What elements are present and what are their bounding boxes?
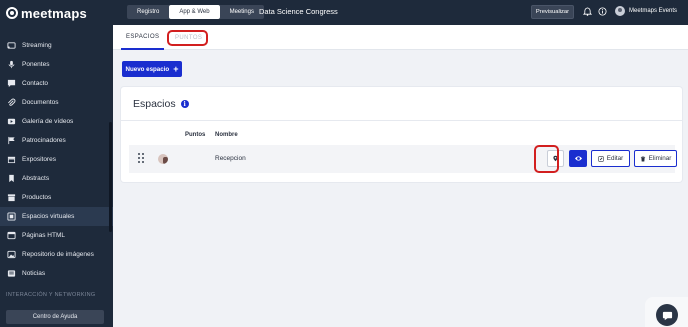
sidebar-item-expositores[interactable]: Expositores: [0, 150, 113, 169]
sidebar-section-heading: INTERACCIÓN Y NETWORKING: [6, 292, 96, 298]
table-row: Recepcion Editar Eliminar: [129, 145, 677, 173]
chat-widget: [645, 297, 688, 327]
view-button[interactable]: [569, 150, 587, 167]
store-icon: [6, 155, 16, 165]
sidebar-item-noticias[interactable]: Noticias: [0, 264, 113, 283]
event-title: Data Science Congress: [259, 7, 338, 16]
box-icon: [6, 193, 16, 203]
user-menu[interactable]: Meetmaps Events: [615, 6, 677, 16]
highlight-puntos-tab: [167, 30, 208, 46]
sidebar-item-label: Patrocinadores: [22, 137, 66, 144]
sidebar-item-label: Noticias: [22, 270, 46, 277]
sidebar-item-label: Repositorio de imágenes: [22, 251, 94, 258]
bell-icon[interactable]: [582, 7, 593, 16]
sidebar-item-productos[interactable]: Productos: [0, 188, 113, 207]
sidebar-item-espacios-virtuales[interactable]: Espacios virtuales: [0, 207, 113, 226]
help-center-button[interactable]: Centro de Ayuda: [6, 310, 104, 324]
space-thumbnail: [158, 154, 168, 164]
microphone-icon: [6, 60, 16, 70]
plus-icon: +: [173, 63, 179, 74]
sidebar-item-repositorio-imagenes[interactable]: Repositorio de imágenes: [0, 245, 113, 264]
bookmark-icon: [6, 174, 16, 184]
sidebar-item-label: Ponentes: [22, 61, 50, 68]
sidebar-item-label: Abstracts: [22, 175, 50, 182]
sidebar-item-streaming[interactable]: Streaming: [0, 36, 113, 55]
virtual-space-icon: [6, 212, 16, 222]
column-header-puntos: Puntos: [185, 132, 206, 138]
chat-icon: [662, 311, 672, 320]
avatar: [615, 6, 625, 16]
tab-meetings[interactable]: Meetings: [219, 5, 264, 19]
column-header-nombre: Nombre: [215, 132, 238, 138]
info-icon[interactable]: i: [180, 100, 189, 108]
spaces-card: Espacios i Puntos Nombre Recepcion Edita…: [121, 87, 682, 182]
image-icon: [6, 250, 16, 260]
info-icon[interactable]: [598, 7, 607, 16]
sidebar-menu: Streaming Ponentes Contacto Documentos G…: [0, 36, 113, 283]
logo-text: meetmaps: [21, 5, 87, 21]
sidebar-item-label: Productos: [22, 194, 52, 201]
sidebar-item-galeria-videos[interactable]: Galería de vídeos: [0, 112, 113, 131]
tab-app-web[interactable]: App & Web: [169, 5, 220, 19]
tab-registro[interactable]: Registro: [127, 5, 170, 19]
preview-button[interactable]: Previsualizar: [531, 5, 574, 19]
chat-icon: [6, 79, 16, 89]
delete-button[interactable]: Eliminar: [634, 150, 677, 167]
flag-icon: [6, 136, 16, 146]
chat-launcher-button[interactable]: [656, 304, 678, 326]
delete-label: Eliminar: [648, 155, 672, 162]
sidebar-item-label: Contacto: [22, 80, 49, 87]
logo-icon: [6, 7, 18, 19]
sidebar-item-label: Expositores: [22, 156, 56, 163]
divider: [121, 120, 682, 121]
sidebar-item-label: Documentos: [22, 99, 59, 106]
paperclip-icon: [6, 98, 16, 108]
video-gallery-icon: [6, 117, 16, 127]
sidebar-item-label: Streaming: [22, 42, 52, 49]
sidebar-item-ponentes[interactable]: Ponentes: [0, 55, 113, 74]
sidebar-item-paginas-html[interactable]: Páginas HTML: [0, 226, 113, 245]
sidebar-item-documentos[interactable]: Documentos: [0, 93, 113, 112]
sidebar-item-label: Galería de vídeos: [22, 118, 74, 125]
sidebar-item-patrocinadores[interactable]: Patrocinadores: [0, 131, 113, 150]
meetmaps-logo[interactable]: meetmaps: [6, 5, 87, 21]
space-name: Recepcion: [215, 155, 246, 162]
drag-handle-icon[interactable]: [138, 153, 146, 165]
sidebar: meetmaps Streaming Ponentes Contacto Doc…: [0, 0, 113, 327]
card-title-text: Espacios: [133, 98, 176, 110]
eye-icon: [574, 156, 582, 161]
tab-espacios[interactable]: ESPACIOS: [121, 25, 165, 50]
sidebar-item-label: Páginas HTML: [22, 232, 65, 239]
top-tabs: Registro App & Web Meetings: [127, 5, 264, 19]
top-bar: Registro App & Web Meetings Data Science…: [113, 0, 688, 25]
edit-icon: [598, 155, 604, 162]
news-icon: [6, 269, 16, 279]
sidebar-scrollbar[interactable]: [109, 122, 112, 232]
streaming-icon: [6, 41, 16, 51]
sidebar-item-label: Espacios virtuales: [22, 213, 75, 220]
html-page-icon: [6, 231, 16, 241]
new-space-button[interactable]: Nuevo espacio +: [122, 61, 182, 77]
card-title: Espacios i: [133, 98, 189, 110]
highlight-map-pin: [534, 145, 559, 173]
sidebar-item-abstracts[interactable]: Abstracts: [0, 169, 113, 188]
trash-icon: [640, 155, 645, 162]
edit-button[interactable]: Editar: [591, 150, 630, 167]
user-name: Meetmaps Events: [629, 8, 678, 14]
sidebar-item-contacto[interactable]: Contacto: [0, 74, 113, 93]
edit-label: Editar: [606, 155, 624, 162]
new-space-label: Nuevo espacio: [125, 65, 170, 73]
